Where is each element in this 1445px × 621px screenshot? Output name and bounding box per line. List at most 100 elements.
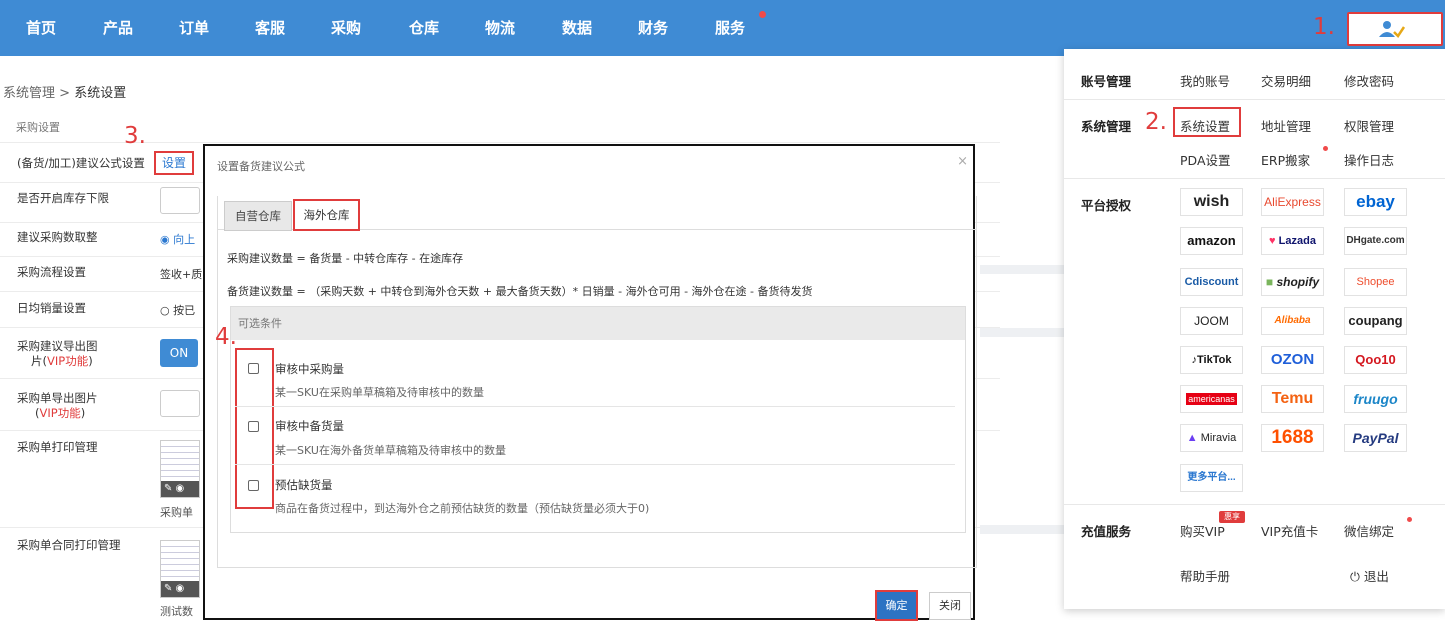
nav-logistics[interactable]: 物流: [485, 0, 515, 56]
platform-lazada[interactable]: ♥ Lazada: [1261, 227, 1324, 255]
section-title: 采购设置: [16, 121, 60, 134]
nav-finance[interactable]: 财务: [638, 0, 668, 56]
platform-shopify[interactable]: ■ shopify: [1261, 268, 1324, 296]
nav-purchase[interactable]: 采购: [331, 0, 361, 56]
menu-pda[interactable]: PDA设置: [1180, 150, 1231, 169]
logout-button[interactable]: ⏻ 退出: [1350, 566, 1389, 585]
tab-own-warehouse[interactable]: 自营仓库: [224, 201, 292, 231]
platform-1688[interactable]: 1688: [1261, 424, 1324, 452]
system-settings-highlight: [1173, 107, 1241, 137]
platform-amazon[interactable]: amazon: [1180, 227, 1243, 255]
annotation-4: 4.: [215, 324, 237, 350]
nav-service[interactable]: 客服: [255, 0, 285, 56]
divider: [1064, 178, 1445, 179]
divider: [1064, 99, 1445, 100]
contract-template-thumbnail[interactable]: ✎ ◉: [160, 540, 200, 598]
export-image-text: 片(: [31, 354, 47, 368]
platform-lazada-label: Lazada: [1278, 235, 1316, 247]
annotation-1: 1.: [1313, 14, 1335, 40]
platform-shopee[interactable]: Shopee: [1344, 268, 1407, 296]
option-checkbox-pending-purchase[interactable]: [248, 363, 259, 374]
platform-cdiscount[interactable]: Cdiscount: [1180, 268, 1243, 296]
option-checkbox-pending-stock[interactable]: [248, 421, 259, 432]
nav-home[interactable]: 首页: [26, 0, 56, 56]
divider: [235, 406, 955, 407]
platform-ebay[interactable]: ebay: [1344, 188, 1407, 216]
divider: [980, 328, 1065, 337]
rounding-radio[interactable]: ◉ 向上: [160, 231, 195, 247]
platform-dhgate[interactable]: DHgate.com: [1344, 227, 1407, 255]
platform-wish[interactable]: wish: [1180, 188, 1243, 216]
menu-buy-vip[interactable]: 购买VIP: [1180, 521, 1225, 540]
nav-data[interactable]: 数据: [562, 0, 592, 56]
top-nav: 首页 产品 订单 客服 采购 仓库 物流 数据 财务 服务: [0, 0, 1445, 56]
option-desc: 某一SKU在采购单草稿箱及待审核中的数量: [275, 386, 484, 399]
platform-tiktok[interactable]: ♪TikTok: [1180, 346, 1243, 374]
recharge-heading: 充值服务: [1081, 524, 1132, 539]
vip-badge: 惠享: [1219, 511, 1245, 523]
option-name: 预估缺货量: [275, 478, 333, 492]
platform-joom[interactable]: JOOM: [1180, 307, 1243, 335]
platform-ozon[interactable]: OZON: [1261, 346, 1324, 374]
stock-limit-toggle[interactable]: [160, 187, 200, 214]
menu-vip-card[interactable]: VIP充值卡: [1261, 521, 1318, 540]
platform-paypal[interactable]: PayPal: [1344, 424, 1407, 452]
stock-limit-label: 是否开启库存下限: [17, 191, 109, 205]
menu-address[interactable]: 地址管理: [1261, 116, 1311, 135]
menu-logs[interactable]: 操作日志: [1344, 150, 1394, 169]
order-image-toggle[interactable]: [160, 390, 200, 417]
menu-permissions[interactable]: 权限管理: [1344, 116, 1394, 135]
platform-coupang[interactable]: coupang: [1344, 307, 1407, 335]
menu-wechat-bind[interactable]: 微信绑定: [1344, 521, 1394, 540]
edit-icon[interactable]: ✎ ◉: [161, 481, 199, 497]
system-heading: 系统管理: [1081, 119, 1132, 134]
order-image-text: 采购单导出图片: [17, 391, 98, 405]
edit-icon[interactable]: ✎ ◉: [161, 581, 199, 597]
menu-my-account[interactable]: 我的账号: [1180, 71, 1230, 90]
export-image-toggle[interactable]: ON: [160, 339, 198, 367]
options-header: 可选条件: [231, 307, 965, 340]
option-name: 审核中采购量: [275, 362, 344, 376]
breadcrumb-separator: >: [55, 86, 75, 101]
platform-miravia[interactable]: ▲ Miravia: [1180, 424, 1243, 452]
contract-template-name: 测试数: [160, 605, 193, 618]
menu-help[interactable]: 帮助手册: [1180, 566, 1230, 585]
platform-americanas[interactable]: americanas: [1180, 385, 1243, 413]
platform-heading: 平台授权: [1081, 198, 1132, 213]
platform-aliexpress[interactable]: AliExpress: [1261, 188, 1324, 216]
annotation-3: 3.: [124, 123, 146, 149]
option-name: 审核中备货量: [275, 419, 344, 433]
option-checkbox-estimated-shortage[interactable]: [248, 480, 259, 491]
menu-change-password[interactable]: 修改密码: [1344, 71, 1394, 90]
nav-order[interactable]: 订单: [179, 0, 209, 56]
platform-fruugo[interactable]: fruugo: [1344, 385, 1407, 413]
breadcrumb-current: 系统设置: [74, 86, 127, 101]
confirm-button[interactable]: 确定: [875, 590, 918, 621]
platform-qoo10[interactable]: Qoo10: [1344, 346, 1407, 374]
divider: [980, 525, 1065, 534]
user-menu-button[interactable]: [1347, 12, 1443, 46]
tab-overseas-warehouse[interactable]: 海外仓库: [293, 199, 360, 231]
cancel-button[interactable]: 关闭: [929, 592, 971, 620]
more-platforms-button[interactable]: 更多平台...: [1180, 464, 1243, 492]
formula-setting-label: (备货/加工)建议公式设置: [17, 156, 145, 170]
print-template-thumbnail[interactable]: ✎ ◉: [160, 440, 200, 498]
breadcrumb-parent[interactable]: 系统管理: [3, 86, 55, 101]
daily-sales-radio[interactable]: ○ 按已: [160, 302, 195, 318]
close-icon[interactable]: ×: [957, 154, 968, 169]
modal-title: 设置备货建议公式: [217, 160, 305, 173]
vip-label: VIP功能: [47, 354, 89, 368]
platform-temu[interactable]: Temu: [1261, 385, 1324, 413]
breadcrumb: 系统管理 > 系统设置: [3, 82, 126, 101]
platform-alibaba[interactable]: Alibaba: [1261, 307, 1324, 335]
miravia-icon: ▲: [1186, 432, 1198, 444]
formula-setting-link[interactable]: 设置: [154, 151, 194, 175]
nav-services[interactable]: 服务: [715, 0, 745, 56]
nav-warehouse[interactable]: 仓库: [409, 0, 439, 56]
menu-erp-migrate[interactable]: ERP搬家: [1261, 150, 1310, 169]
nav-product[interactable]: 产品: [103, 0, 133, 56]
divider: [1064, 504, 1445, 505]
divider: [0, 142, 1000, 143]
formula-modal: 设置备货建议公式 × 自营仓库 海外仓库 采购建议数量 = 备货量 - 中转仓库…: [203, 144, 977, 621]
menu-transactions[interactable]: 交易明细: [1261, 71, 1311, 90]
